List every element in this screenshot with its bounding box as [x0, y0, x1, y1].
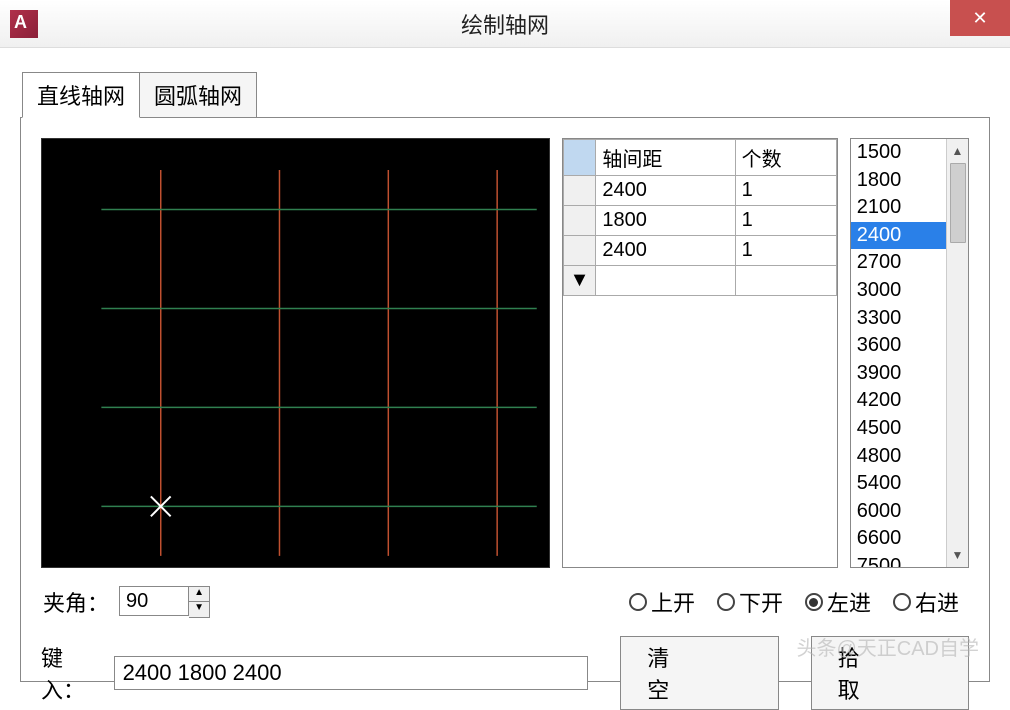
list-item[interactable]: 1500: [851, 139, 946, 167]
list-item[interactable]: 6600: [851, 525, 946, 553]
angle-spinner[interactable]: ▲ ▼: [119, 586, 210, 618]
table-row[interactable]: 1800 1: [563, 206, 836, 236]
angle-label: 夹角：: [43, 586, 109, 618]
cell-dist[interactable]: 2400: [596, 176, 735, 206]
radio-icon: [893, 593, 911, 611]
tab-strip: 直线轴网 圆弧轴网: [22, 72, 990, 118]
pick-button[interactable]: 拾 取: [811, 636, 969, 710]
app-icon: [10, 10, 38, 38]
cell-dist[interactable]: 1800: [596, 206, 735, 236]
cell-count[interactable]: 1: [735, 206, 836, 236]
cell-dist[interactable]: 2400: [596, 236, 735, 266]
list-item[interactable]: 3600: [851, 332, 946, 360]
list-item[interactable]: 5400: [851, 470, 946, 498]
table-row[interactable]: 2400 1: [563, 176, 836, 206]
list-item[interactable]: 2400: [851, 222, 946, 250]
radio-icon: [629, 593, 647, 611]
header-marker[interactable]: [563, 140, 596, 176]
spinner-down-icon[interactable]: ▼: [189, 602, 209, 617]
scrollbar[interactable]: ▲ ▼: [946, 139, 968, 567]
list-item[interactable]: 1800: [851, 167, 946, 195]
list-item[interactable]: 2700: [851, 249, 946, 277]
list-item[interactable]: 3900: [851, 360, 946, 388]
scroll-down-icon[interactable]: ▼: [947, 543, 968, 567]
radio-上开[interactable]: 上开: [629, 586, 695, 618]
grid-preview: [41, 138, 550, 568]
col-header-count[interactable]: 个数: [735, 140, 836, 176]
axis-table[interactable]: 轴间距 个数 2400 1 1800 1 24: [563, 139, 837, 296]
sequence-input[interactable]: [114, 656, 589, 690]
tab-line-grid[interactable]: 直线轴网: [22, 72, 140, 118]
radio-label: 右进: [915, 586, 959, 618]
axis-table-panel: 轴间距 个数 2400 1 1800 1 24: [562, 138, 838, 568]
tab-body: 轴间距 个数 2400 1 1800 1 24: [20, 117, 990, 682]
list-item[interactable]: 3000: [851, 277, 946, 305]
radio-label: 上开: [651, 586, 695, 618]
window-title: 绘制轴网: [461, 8, 549, 40]
list-item[interactable]: 7500: [851, 553, 946, 567]
preset-list-panel: 1500180021002400270030003300360039004200…: [850, 138, 969, 568]
list-item[interactable]: 4200: [851, 387, 946, 415]
list-item[interactable]: 3300: [851, 305, 946, 333]
col-header-dist[interactable]: 轴间距: [596, 140, 735, 176]
close-button[interactable]: ✕: [950, 0, 1010, 36]
preset-list[interactable]: 1500180021002400270030003300360039004200…: [851, 139, 946, 567]
radio-label: 左进: [827, 586, 871, 618]
table-row[interactable]: 2400 1: [563, 236, 836, 266]
list-item[interactable]: 4800: [851, 443, 946, 471]
list-item[interactable]: 4500: [851, 415, 946, 443]
scroll-thumb[interactable]: [950, 163, 966, 243]
scroll-up-icon[interactable]: ▲: [947, 139, 968, 163]
tab-arc-grid[interactable]: 圆弧轴网: [139, 72, 257, 118]
tab-label: 圆弧轴网: [154, 84, 242, 109]
list-item[interactable]: 6000: [851, 498, 946, 526]
radio-label: 下开: [739, 586, 783, 618]
list-item[interactable]: 2100: [851, 194, 946, 222]
cell-count[interactable]: 1: [735, 176, 836, 206]
radio-下开[interactable]: 下开: [717, 586, 783, 618]
tab-label: 直线轴网: [37, 84, 125, 109]
dropdown-icon[interactable]: ▼: [563, 266, 596, 296]
radio-右进[interactable]: 右进: [893, 586, 959, 618]
radio-icon: [805, 593, 823, 611]
table-row-new[interactable]: ▼: [563, 266, 836, 296]
radio-左进[interactable]: 左进: [805, 586, 871, 618]
cell-count[interactable]: 1: [735, 236, 836, 266]
input-label: 键入：: [41, 641, 104, 705]
direction-radio-group: 上开 下开 左进 右进: [629, 586, 959, 618]
clear-button[interactable]: 清 空: [620, 636, 778, 710]
radio-icon: [717, 593, 735, 611]
titlebar: 绘制轴网 ✕: [0, 0, 1010, 48]
spinner-up-icon[interactable]: ▲: [189, 587, 209, 602]
angle-input[interactable]: [119, 586, 189, 616]
